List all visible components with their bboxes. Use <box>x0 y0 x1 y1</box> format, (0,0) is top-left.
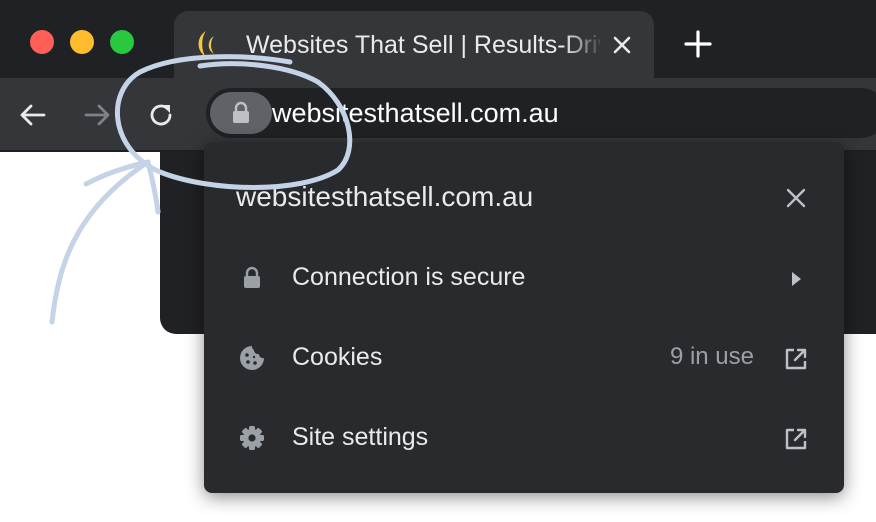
window-minimize-button[interactable] <box>70 30 94 54</box>
external-link-icon[interactable] <box>782 345 810 373</box>
url-text: websitesthatsell.com.au <box>272 98 559 128</box>
address-bar[interactable]: websitesthatsell.com.au <box>206 88 876 138</box>
crescent-logo-icon <box>192 27 222 61</box>
window-zoom-button[interactable] <box>110 30 134 54</box>
popup-title: websitesthatsell.com.au <box>236 181 534 212</box>
close-icon[interactable] <box>784 186 808 210</box>
close-icon[interactable] <box>608 31 636 59</box>
popup-row-label: Site settings <box>292 423 429 451</box>
tab-title-fade <box>564 25 604 65</box>
lock-icon <box>238 264 266 292</box>
arrow-right-icon[interactable] <box>80 98 114 132</box>
toolbar: websitesthatsell.com.au <box>0 78 876 152</box>
lock-icon <box>233 101 249 123</box>
gear-icon <box>238 424 266 452</box>
chevron-right-icon <box>782 265 810 293</box>
browser-tab[interactable]: Websites That Sell | Results-Driven <box>174 11 654 78</box>
arrow-left-icon[interactable] <box>16 98 50 132</box>
popup-row-label: Cookies <box>292 343 383 371</box>
popup-row-cookies[interactable]: Cookies 9 in use <box>204 318 844 398</box>
window-close-button[interactable] <box>30 30 54 54</box>
external-link-icon[interactable] <box>782 425 810 453</box>
site-info-popup: websitesthatsell.com.au Connection is se… <box>204 142 844 493</box>
reload-icon[interactable] <box>144 98 178 132</box>
cookie-icon <box>238 344 266 372</box>
popup-row-site-settings[interactable]: Site settings <box>204 398 844 478</box>
site-info-button[interactable] <box>210 92 272 134</box>
title-bar: Websites That Sell | Results-Driven <box>0 0 876 78</box>
popup-row-connection[interactable]: Connection is secure <box>204 238 844 318</box>
tab-title: Websites That Sell | Results-Driven <box>246 31 600 59</box>
plus-icon[interactable] <box>682 28 714 60</box>
cookies-count: 9 in use <box>669 343 754 370</box>
popup-row-label: Connection is secure <box>292 263 526 291</box>
